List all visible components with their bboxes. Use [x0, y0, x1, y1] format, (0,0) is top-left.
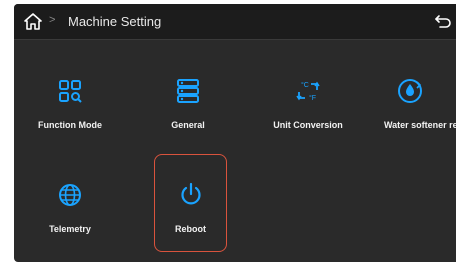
globe-icon [59, 184, 81, 206]
svg-text:°F: °F [309, 94, 316, 102]
tile-water-softener[interactable]: Water softener res [384, 68, 456, 140]
unit-conversion-icon: °C °F [296, 81, 320, 102]
water-softener-icon [398, 79, 422, 103]
tile-general[interactable]: General [152, 68, 224, 140]
tile-telemetry[interactable]: Telemetry [34, 172, 106, 244]
function-mode-icon [59, 80, 82, 103]
tile-label: Unit Conversion [273, 120, 343, 130]
svg-text:°C: °C [301, 81, 309, 89]
tile-label: Reboot [175, 224, 206, 234]
header-bar: > Machine Setting [14, 4, 456, 40]
tile-label: General [171, 120, 205, 130]
tile-unit-conversion[interactable]: °C °F Unit Conversion [272, 68, 344, 140]
machine-setting-screen: > Machine Setting Function Mode General [14, 4, 456, 262]
breadcrumb-separator: > [49, 14, 56, 26]
tile-reboot[interactable]: Reboot [154, 154, 227, 252]
power-icon [180, 182, 201, 205]
tile-function-mode[interactable]: Function Mode [34, 68, 106, 140]
page-title: Machine Setting [68, 14, 162, 29]
home-icon[interactable] [24, 13, 42, 30]
back-arrow-icon[interactable] [434, 12, 452, 30]
general-list-icon [177, 79, 199, 103]
tile-label: Function Mode [38, 120, 102, 130]
tile-label: Water softener res [384, 120, 456, 130]
tile-label: Telemetry [49, 224, 91, 234]
